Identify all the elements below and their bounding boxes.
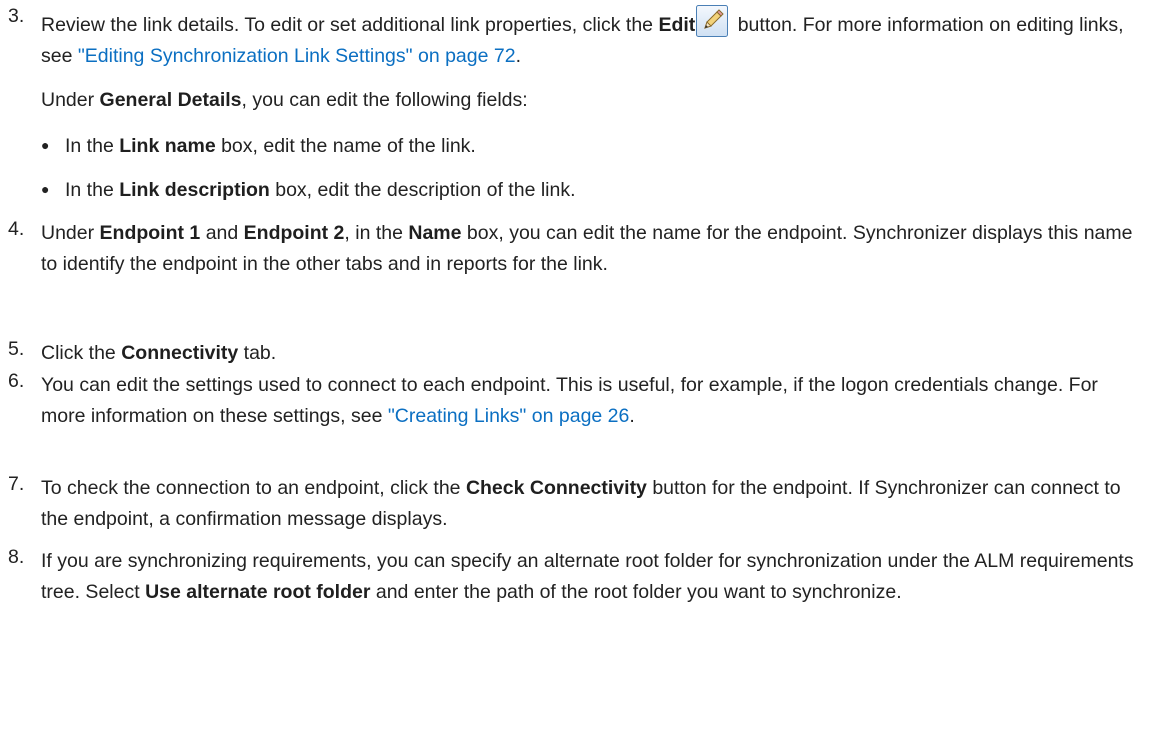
- editing-link-settings-link[interactable]: "Editing Synchronization Link Settings" …: [78, 45, 516, 67]
- text-segment: In the: [65, 179, 120, 201]
- step-8: 8. If you are synchronizing requirements…: [8, 546, 1138, 608]
- step-text: Click the Connectivity tab.: [41, 338, 1138, 369]
- step-text: Review the link details. To edit or set …: [41, 5, 1138, 72]
- text-segment: .: [515, 45, 521, 67]
- bold-term: Link name: [119, 135, 216, 157]
- step-number: 3.: [8, 5, 25, 27]
- bullet-icon: ●: [41, 137, 50, 153]
- step-6: 6. You can edit the settings used to con…: [8, 370, 1138, 432]
- step-7: 7. To check the connection to an endpoin…: [8, 473, 1138, 535]
- creating-links-link[interactable]: "Creating Links" on page 26: [388, 405, 630, 427]
- bold-term: Name: [408, 222, 462, 244]
- text-segment: Under: [41, 89, 100, 111]
- step-3: 3. Review the link details. To edit or s…: [8, 5, 1138, 72]
- step-number: 4.: [8, 218, 25, 240]
- bullet-link-name: ● In the Link name box, edit the name of …: [41, 130, 476, 162]
- text-segment: Click the: [41, 342, 122, 364]
- text-segment: Under: [41, 222, 100, 244]
- step-number: 6.: [8, 370, 25, 392]
- bold-term: Connectivity: [121, 342, 239, 364]
- pencil-icon[interactable]: [696, 5, 729, 37]
- bold-term: Edit: [658, 14, 696, 36]
- bold-term: Endpoint 1: [99, 222, 201, 244]
- step-text: If you are synchronizing requirements, y…: [41, 546, 1138, 608]
- bullet-link-description: ● In the Link description box, edit the d…: [41, 174, 576, 206]
- text-segment: box, edit the name of the link.: [215, 135, 476, 157]
- bold-term: Endpoint 2: [243, 222, 345, 244]
- bold-term: Check Connectivity: [465, 477, 647, 499]
- text-segment: , you can edit the following fields:: [241, 89, 528, 111]
- step-4: 4. Under Endpoint 1 and Endpoint 2, in t…: [8, 218, 1138, 280]
- text-segment: To check the connection to an endpoint, …: [41, 477, 466, 499]
- step-5: 5. Click the Connectivity tab.: [8, 338, 1138, 369]
- bold-term: Link description: [119, 179, 270, 201]
- step-text: You can edit the settings used to connec…: [41, 370, 1138, 432]
- step-text: Under Endpoint 1 and Endpoint 2, in the …: [41, 218, 1138, 280]
- step-number: 7.: [8, 473, 25, 495]
- text-segment: .: [629, 405, 635, 427]
- bullet-icon: ●: [41, 181, 50, 197]
- text-segment: and: [200, 222, 244, 244]
- text-segment: Review the link details. To edit or set …: [41, 14, 659, 36]
- text-segment: and enter the path of the root folder yo…: [370, 581, 902, 603]
- document-page: 3. Review the link details. To edit or s…: [0, 0, 1168, 744]
- general-details-intro: Under General Details, you can edit the …: [41, 85, 528, 116]
- text-segment: tab.: [238, 342, 277, 364]
- text-segment: , in the: [344, 222, 409, 244]
- step-number: 5.: [8, 338, 25, 360]
- bold-term: Use alternate root folder: [145, 581, 371, 603]
- bold-term: General Details: [99, 89, 242, 111]
- text-segment: box, edit the description of the link.: [269, 179, 576, 201]
- step-number: 8.: [8, 546, 25, 568]
- step-text: To check the connection to an endpoint, …: [41, 473, 1138, 535]
- text-segment: In the: [65, 135, 120, 157]
